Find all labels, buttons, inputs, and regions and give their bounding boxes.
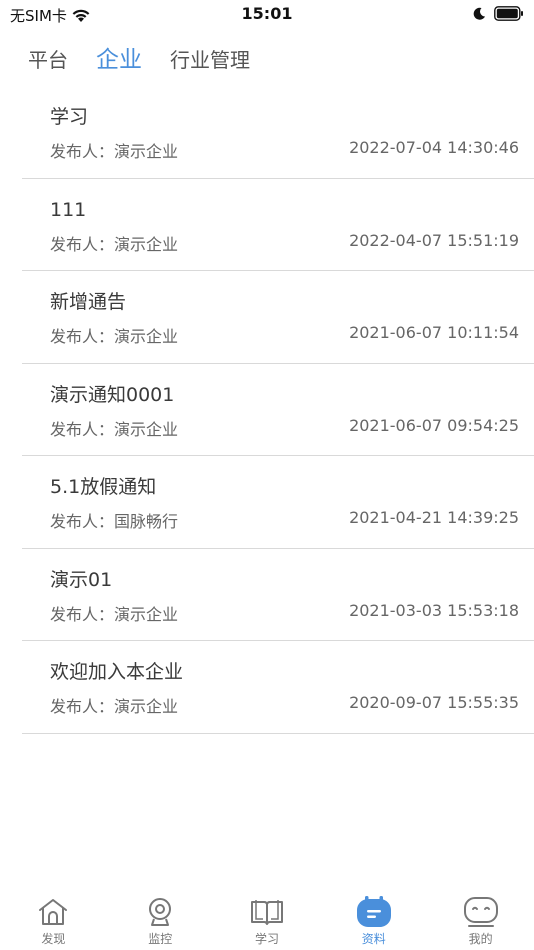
publisher-name: 演示企业 <box>114 327 179 346</box>
item-datetime: 2022-07-04 14:30:46 <box>349 138 519 157</box>
item-meta: 发布人：演示企业 2022-07-04 14:30:46 <box>50 138 519 162</box>
camera-icon <box>142 896 178 928</box>
item-publisher: 发布人：演示企业 <box>50 323 178 347</box>
item-meta: 发布人：演示企业 2021-03-03 15:53:18 <box>50 601 519 625</box>
publisher-name: 演示企业 <box>114 697 179 716</box>
item-datetime: 2020-09-07 15:55:35 <box>349 693 519 712</box>
item-title: 学习 <box>50 106 89 128</box>
status-time: 15:01 <box>241 4 293 23</box>
category-tabs: 平台 企业 行业管理 <box>28 40 250 74</box>
nav-item-monitor[interactable]: 监控 <box>107 880 214 950</box>
nav-label: 资料 <box>361 932 386 946</box>
item-title: 111 <box>50 198 87 221</box>
list-item[interactable]: 新增通告 发布人：演示企业 2021-06-07 10:11:54 <box>22 271 534 364</box>
list-item[interactable]: 演示01 发布人：演示企业 2021-03-03 15:53:18 <box>22 549 534 641</box>
publisher-prefix: 发布人： <box>50 142 115 161</box>
nav-label: 发现 <box>41 932 66 946</box>
list-item[interactable]: 5.1放假通知 发布人：国脉畅行 2021-04-21 14:39:25 <box>22 456 534 549</box>
publisher-prefix: 发布人： <box>50 419 115 439</box>
nav-label: 监控 <box>148 932 173 946</box>
book-icon <box>249 896 285 928</box>
publisher-name: 演示企业 <box>114 142 179 161</box>
item-meta: 发布人：演示企业 2021-06-07 09:54:25 <box>50 416 519 440</box>
battery-icon <box>494 6 523 21</box>
home-icon <box>35 896 71 928</box>
tab-enterprise[interactable]: 企业 <box>96 40 142 74</box>
item-title: 演示通知0001 <box>50 383 175 406</box>
item-meta: 发布人：国脉畅行 2021-04-21 14:39:25 <box>50 508 519 532</box>
nav-item-materials[interactable]: 资料 <box>320 880 427 950</box>
item-title: 演示01 <box>50 568 113 591</box>
item-publisher: 发布人：国脉畅行 <box>50 508 178 532</box>
nav-label: 我的 <box>468 932 493 946</box>
item-publisher: 发布人：演示企业 <box>50 601 178 625</box>
item-title: 新增通告 <box>50 291 127 313</box>
publisher-prefix: 发布人： <box>50 604 115 624</box>
face-icon <box>463 896 499 928</box>
nav-item-discover[interactable]: 发现 <box>0 880 107 950</box>
list-item[interactable]: 欢迎加入本企业 发布人：演示企业 2020-09-07 15:55:35 <box>22 641 534 734</box>
publisher-name: 演示企业 <box>114 419 179 439</box>
item-publisher: 发布人：演示企业 <box>50 138 178 162</box>
publisher-name: 演示企业 <box>114 234 179 254</box>
item-datetime: 2021-03-03 15:53:18 <box>349 600 519 620</box>
nav-label: 学习 <box>254 932 279 946</box>
item-datetime: 2021-04-21 14:39:25 <box>349 508 519 527</box>
item-datetime: 2022-04-07 15:51:19 <box>349 230 519 250</box>
item-datetime: 2021-06-07 09:54:25 <box>349 415 519 435</box>
publisher-prefix: 发布人： <box>50 697 115 716</box>
item-meta: 发布人：演示企业 2021-06-07 10:11:54 <box>50 323 519 347</box>
item-publisher: 发布人：演示企业 <box>50 231 178 255</box>
status-bar: 无SIM卡 15:01 <box>0 0 534 30</box>
notice-list: 学习 发布人：演示企业 2022-07-04 14:30:46 111 发布人：… <box>22 86 534 734</box>
document-icon <box>356 896 392 928</box>
list-item[interactable]: 学习 发布人：演示企业 2022-07-04 14:30:46 <box>22 86 534 179</box>
publisher-prefix: 发布人： <box>50 327 115 346</box>
publisher-name: 演示企业 <box>114 604 179 624</box>
nav-item-study[interactable]: 学习 <box>214 880 321 950</box>
item-title: 5.1放假通知 <box>50 476 157 498</box>
item-meta: 发布人：演示企业 2020-09-07 15:55:35 <box>50 693 519 717</box>
list-item[interactable]: 111 发布人：演示企业 2022-04-07 15:51:19 <box>22 179 534 271</box>
item-meta: 发布人：演示企业 2022-04-07 15:51:19 <box>50 231 519 255</box>
item-publisher: 发布人：演示企业 <box>50 693 178 717</box>
status-indicators <box>472 6 524 21</box>
item-datetime: 2021-06-07 10:11:54 <box>349 323 519 342</box>
bottom-nav: 发现 监控 学习 资料 我的 <box>0 880 534 950</box>
nav-item-mine[interactable]: 我的 <box>427 880 534 950</box>
list-item[interactable]: 演示通知0001 发布人：演示企业 2021-06-07 09:54:25 <box>22 364 534 456</box>
publisher-prefix: 发布人： <box>50 512 115 531</box>
moon-icon <box>473 7 485 20</box>
item-title: 欢迎加入本企业 <box>50 661 184 683</box>
publisher-prefix: 发布人： <box>50 234 115 254</box>
tab-platform[interactable]: 平台 <box>28 44 68 73</box>
item-publisher: 发布人：演示企业 <box>50 416 178 440</box>
tab-industry-management[interactable]: 行业管理 <box>170 44 250 73</box>
publisher-name: 国脉畅行 <box>114 512 179 531</box>
